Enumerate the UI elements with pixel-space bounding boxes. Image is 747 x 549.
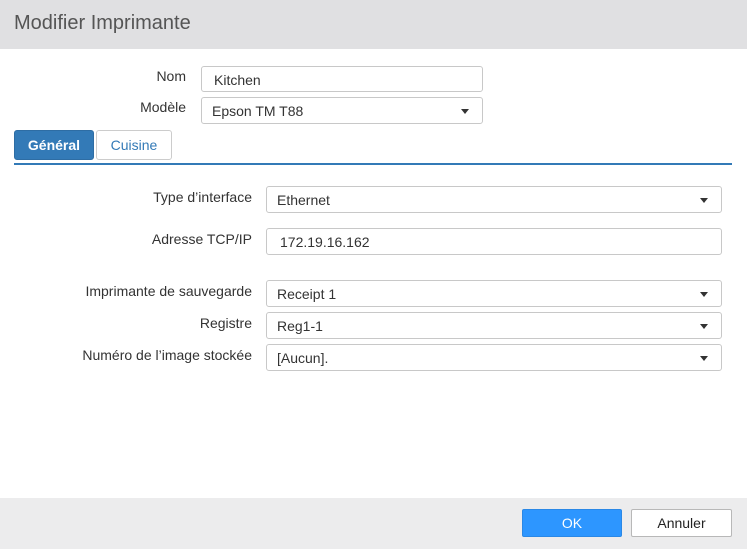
ip-address-input[interactable]: 172.19.16.162	[266, 228, 722, 255]
chevron-down-icon	[700, 292, 708, 297]
name-input[interactable]: Kitchen	[201, 66, 483, 92]
chevron-down-icon	[700, 198, 708, 203]
backup-printer-select[interactable]: Receipt 1	[266, 280, 722, 307]
model-label: Modèle	[140, 99, 186, 115]
stored-image-select[interactable]: [Aucun].	[266, 344, 722, 371]
tab-divider	[14, 163, 732, 165]
model-select-value: Epson TM T88	[212, 103, 304, 119]
chevron-down-icon	[700, 356, 708, 361]
dialog-title-bar: Modifier Imprimante	[0, 0, 747, 49]
chevron-down-icon	[461, 109, 469, 114]
tab-cuisine[interactable]: Cuisine	[96, 130, 172, 160]
ip-address-label: Adresse TCP/IP	[151, 231, 252, 247]
name-input-value: Kitchen	[214, 72, 261, 88]
edit-printer-dialog: Modifier Imprimante Nom Kitchen Modèle E…	[0, 0, 747, 549]
ip-address-value: 172.19.16.162	[280, 234, 370, 250]
stored-image-value: [Aucun].	[277, 350, 329, 366]
register-value: Reg1-1	[277, 318, 323, 334]
register-select[interactable]: Reg1-1	[266, 312, 722, 339]
chevron-down-icon	[700, 324, 708, 329]
ok-button[interactable]: OK	[522, 509, 622, 537]
model-select[interactable]: Epson TM T88	[201, 97, 483, 124]
cancel-button[interactable]: Annuler	[631, 509, 732, 537]
stored-image-label: Numéro de l’image stockée	[82, 347, 252, 363]
interface-type-value: Ethernet	[277, 192, 330, 208]
dialog-title: Modifier Imprimante	[14, 12, 191, 34]
interface-type-select[interactable]: Ethernet	[266, 186, 722, 213]
backup-printer-label: Imprimante de sauvegarde	[85, 283, 252, 299]
name-label: Nom	[156, 68, 186, 84]
tab-general[interactable]: Général	[14, 130, 94, 160]
interface-type-label: Type d’interface	[153, 189, 252, 205]
register-label: Registre	[199, 315, 252, 331]
backup-printer-value: Receipt 1	[277, 286, 337, 302]
